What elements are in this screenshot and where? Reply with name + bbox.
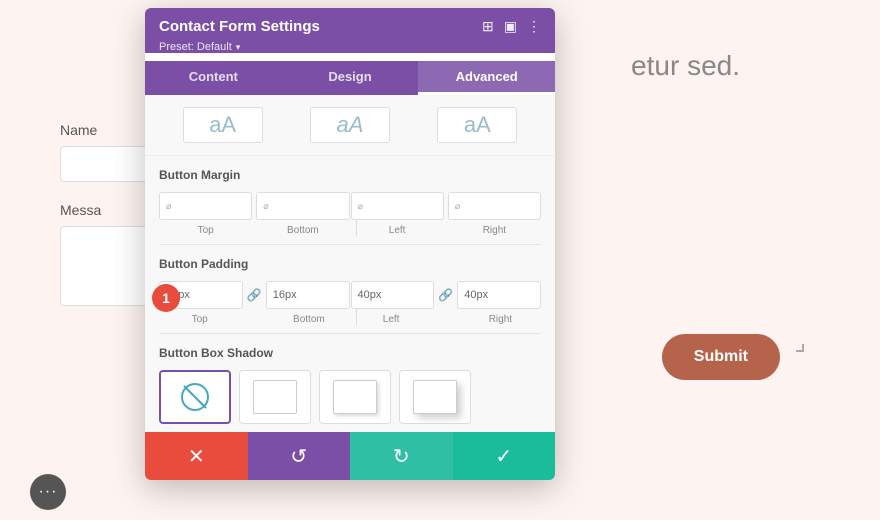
panel-title-row: Contact Form Settings ⊞ ▣ ⋮ [159,18,541,35]
save-button[interactable]: ✓ [453,432,556,480]
margin-right-col: ⌀ ⌀ Left Right [351,192,542,236]
button-padding-title: Button Padding [159,257,541,271]
panel-tabs: Content Design Advanced [145,61,555,95]
split-icon[interactable]: ▣ [504,18,517,35]
padding-bottom-label: Bottom [268,314,349,325]
button-box-shadow-title: Button Box Shadow [159,346,541,360]
padding-left-field[interactable]: 40px [351,281,435,309]
panel-title: Contact Form Settings [159,18,320,35]
shadow-option-3[interactable] [399,370,471,424]
button-margin-title: Button Margin [159,168,541,182]
margin-left-label: Left [351,225,444,236]
margin-right-label: Right [448,225,541,236]
more-icon[interactable]: ⋮ [527,18,541,35]
margin-bottom-field[interactable]: ⌀ [256,192,349,220]
button-box-shadow-section: Button Box Shadow [145,334,555,432]
cancel-button[interactable]: ✕ [145,432,248,480]
margin-top-field[interactable]: ⌀ [159,192,252,220]
shadow-option-1[interactable] [239,370,311,424]
preset-row: Preset: Default ▾ [159,41,541,53]
panel-footer: ✕ ↺ ↻ ✓ [145,432,555,480]
panel-header-icons: ⊞ ▣ ⋮ [482,18,541,35]
shadow-none[interactable] [159,370,231,424]
resize-icon[interactable]: ⊞ [482,18,494,35]
preset-arrow: ▾ [236,42,241,53]
padding-link-icon-left[interactable]: 🔗 [247,288,262,302]
margin-left-field[interactable]: ⌀ [351,192,444,220]
preset-label: Preset: Default [159,41,232,53]
margin-top-label: Top [159,225,252,236]
shadow-preview-2 [333,380,377,414]
margin-right-field[interactable]: ⌀ [448,192,541,220]
submit-button[interactable]: Submit [662,334,780,380]
margin-left-col: ⌀ ⌀ Top Bottom [159,192,350,236]
button-padding-section: Button Padding 16px 🔗 16px Top [145,245,555,333]
margin-bottom-label: Bottom [256,225,349,236]
font-option-2[interactable]: aA [310,107,390,143]
button-margin-section: Button Margin ⌀ ⌀ Top Bottom [145,156,555,244]
reset-button[interactable]: ↺ [248,432,351,480]
padding-bottom-field[interactable]: 16px [266,281,350,309]
no-shadow-icon [179,381,211,413]
shadow-preview-3 [413,380,457,414]
resize-handle [796,344,804,352]
settings-panel: Contact Form Settings ⊞ ▣ ⋮ Preset: Defa… [145,8,555,480]
padding-left-label: Left [351,314,432,325]
shadow-option-2[interactable] [319,370,391,424]
tab-advanced[interactable]: Advanced [418,61,555,95]
redo-button[interactable]: ↻ [350,432,453,480]
shadow-options [159,370,541,424]
font-style-row: aA aA aA [145,95,555,156]
panel-body: aA aA aA Button Margin ⌀ ⌀ [145,95,555,432]
shadow-preview-1 [253,380,297,414]
badge-number: 1 [152,284,180,312]
padding-link-icon-right[interactable]: 🔗 [438,288,453,302]
font-option-3[interactable]: aA [437,107,517,143]
dots-menu[interactable]: ··· [30,474,66,510]
tab-design[interactable]: Design [282,61,419,95]
padding-top-label: Top [159,314,240,325]
panel-header: Contact Form Settings ⊞ ▣ ⋮ Preset: Defa… [145,8,555,53]
padding-right-label: Right [460,314,541,325]
padding-right-col: 40px 🔗 40px Left Right [351,281,542,325]
tab-content[interactable]: Content [145,61,282,95]
padding-right-field[interactable]: 40px [457,281,541,309]
font-option-1[interactable]: aA [183,107,263,143]
padding-left-col: 16px 🔗 16px Top Bottom [159,281,350,325]
